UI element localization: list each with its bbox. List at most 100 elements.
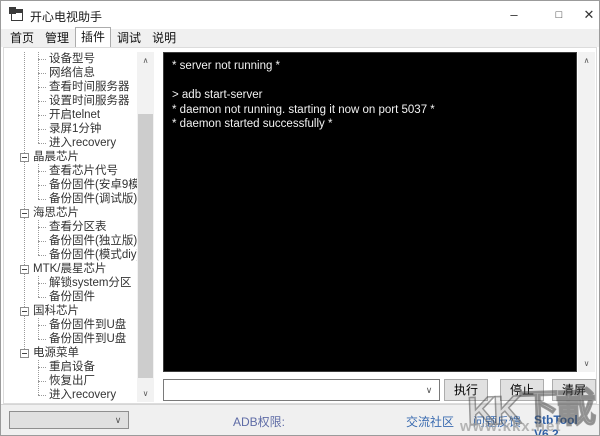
tree-item[interactable]: 备份固件 bbox=[9, 290, 137, 304]
feedback-link[interactable]: 问题反馈 bbox=[473, 413, 521, 430]
tree-connector bbox=[38, 73, 46, 74]
tree-connector bbox=[38, 227, 46, 228]
tree-item[interactable]: 晶晨芯片 bbox=[9, 150, 137, 164]
console-scrollbar[interactable]: ∧ ∨ bbox=[578, 52, 595, 372]
tree-connector bbox=[38, 283, 46, 284]
tree-item[interactable]: 解锁system分区 bbox=[9, 276, 137, 290]
tree-connector bbox=[38, 52, 39, 143]
tree-item[interactable]: 海思芯片 bbox=[9, 206, 137, 220]
tree-item-label: 备份固件 bbox=[49, 290, 95, 304]
clear-screen-button[interactable]: 清屏 bbox=[552, 379, 596, 401]
tree-item-label: 晶晨芯片 bbox=[33, 150, 79, 164]
execute-button[interactable]: 执行 bbox=[444, 379, 488, 401]
tree-connector bbox=[38, 115, 46, 116]
tree-item[interactable]: 备份固件(调试版) bbox=[9, 192, 137, 206]
tree-item-label: 录屏1分钟 bbox=[49, 122, 101, 136]
tree-item[interactable]: 备份固件(安卓9模式diy) bbox=[9, 178, 137, 192]
console-line: * server not running * bbox=[172, 59, 576, 74]
tree-item[interactable]: 电源菜单 bbox=[9, 346, 137, 360]
console-line bbox=[172, 74, 576, 89]
plugin-tab-page: 设备型号网络信息查看时间服务器设置时间服务器开启telnet录屏1分钟进入rec… bbox=[3, 47, 597, 404]
tree-connector bbox=[38, 59, 46, 60]
tree-item[interactable]: 开启telnet bbox=[9, 108, 137, 122]
tree-connector bbox=[38, 360, 39, 395]
tree-item-label: 查看时间服务器 bbox=[49, 80, 130, 94]
tree-item[interactable]: 录屏1分钟 bbox=[9, 122, 137, 136]
scroll-down-icon[interactable]: ∨ bbox=[137, 385, 154, 402]
scroll-up-icon[interactable]: ∧ bbox=[578, 52, 595, 69]
tree-item[interactable]: 网络信息 bbox=[9, 66, 137, 80]
tab-2[interactable]: 插件 bbox=[75, 27, 111, 47]
device-combobox[interactable]: ∨ bbox=[9, 411, 129, 429]
tab-3[interactable]: 调试 bbox=[112, 29, 146, 47]
tree-connector bbox=[38, 129, 46, 130]
tree-connector bbox=[38, 381, 46, 382]
tree-item[interactable]: MTK/晨星芯片 bbox=[9, 262, 137, 276]
tree-connector bbox=[38, 255, 46, 256]
tree-connector bbox=[38, 276, 39, 297]
tree-item[interactable]: 备份固件到U盘 bbox=[9, 318, 137, 332]
tree-item-label: MTK/晨星芯片 bbox=[33, 262, 106, 276]
tree-item-label: 进入recovery bbox=[49, 136, 116, 150]
tree-connector bbox=[38, 395, 46, 396]
collapse-icon[interactable] bbox=[20, 209, 29, 218]
tree-scrollbar-thumb[interactable] bbox=[138, 114, 153, 378]
maximize-button[interactable]: □ bbox=[542, 1, 576, 29]
tree-connector bbox=[38, 339, 46, 340]
tree-item[interactable]: 进入recovery bbox=[9, 136, 137, 150]
tree-item-label: 海思芯片 bbox=[33, 206, 79, 220]
tree-item[interactable]: 查看时间服务器 bbox=[9, 80, 137, 94]
tree-item[interactable]: 备份固件(模式diy) bbox=[9, 248, 137, 262]
tree-item[interactable]: 进入recovery bbox=[9, 388, 137, 402]
adb-console-output[interactable]: * server not running * > adb start-serve… bbox=[163, 52, 577, 372]
scroll-up-icon[interactable]: ∧ bbox=[137, 52, 154, 69]
tree-item[interactable]: 备份固件到U盘 bbox=[9, 332, 137, 346]
minimize-button[interactable]: – bbox=[497, 1, 531, 29]
collapse-icon[interactable] bbox=[20, 349, 29, 358]
tree-item-label: 重启设备 bbox=[49, 360, 95, 374]
tree-item-label: 备份固件(独立版) bbox=[49, 234, 137, 248]
tree-item[interactable]: 重启设备 bbox=[9, 360, 137, 374]
command-input[interactable] bbox=[166, 381, 417, 399]
tree-connector bbox=[38, 325, 46, 326]
stop-button[interactable]: 停止 bbox=[500, 379, 544, 401]
tree-item[interactable]: 查看分区表 bbox=[9, 220, 137, 234]
tree-item[interactable]: 设备型号 bbox=[9, 52, 137, 66]
console-line: * daemon started successfully * bbox=[172, 117, 576, 132]
tree-item-label: 国科芯片 bbox=[33, 304, 79, 318]
collapse-icon[interactable] bbox=[20, 265, 29, 274]
community-link[interactable]: 交流社区 bbox=[406, 413, 454, 430]
tree-connector bbox=[38, 241, 46, 242]
tree-item[interactable]: 备份固件(独立版) bbox=[9, 234, 137, 248]
tab-4[interactable]: 说明 bbox=[147, 29, 181, 47]
tree-item-label: 备份固件到U盘 bbox=[49, 332, 126, 346]
tree-item[interactable]: 恢复出厂 bbox=[9, 374, 137, 388]
tree-connector bbox=[38, 143, 46, 144]
tree-item-label: 网络信息 bbox=[49, 66, 95, 80]
tree-item[interactable]: 查看芯片代号 bbox=[9, 164, 137, 178]
collapse-icon[interactable] bbox=[20, 307, 29, 316]
tree-item-label: 备份固件到U盘 bbox=[49, 318, 126, 332]
tree-item-label: 备份固件(调试版) bbox=[49, 192, 137, 206]
dropdown-arrow-icon[interactable]: ∨ bbox=[422, 380, 436, 400]
collapse-icon[interactable] bbox=[20, 153, 29, 162]
console-line: * daemon not running. starting it now on… bbox=[172, 103, 576, 118]
tree-item-label: 备份固件(模式diy) bbox=[49, 248, 137, 262]
tab-bar: 首页管理插件调试说明 bbox=[1, 29, 599, 47]
tree-item-label: 设备型号 bbox=[49, 52, 95, 66]
tree-item[interactable]: 国科芯片 bbox=[9, 304, 137, 318]
title-bar: 开心电视助手 – □ ✕ bbox=[1, 1, 599, 29]
tree-scrollbar[interactable]: ∧ ∨ bbox=[137, 52, 154, 402]
adb-permission-label: ADB权限: bbox=[233, 413, 285, 430]
tab-1[interactable]: 管理 bbox=[40, 29, 74, 47]
tree-connector bbox=[38, 171, 46, 172]
tree-item-label: 进入recovery bbox=[49, 388, 116, 402]
dropdown-arrow-icon[interactable]: ∨ bbox=[111, 412, 125, 428]
close-button[interactable]: ✕ bbox=[577, 1, 600, 29]
tab-0[interactable]: 首页 bbox=[5, 29, 39, 47]
tree-item[interactable]: 设置时间服务器 bbox=[9, 94, 137, 108]
scroll-down-icon[interactable]: ∨ bbox=[578, 355, 595, 372]
command-combobox[interactable]: ∨ bbox=[163, 379, 440, 401]
tree-item-label: 电源菜单 bbox=[33, 346, 79, 360]
tree-connector bbox=[38, 185, 46, 186]
